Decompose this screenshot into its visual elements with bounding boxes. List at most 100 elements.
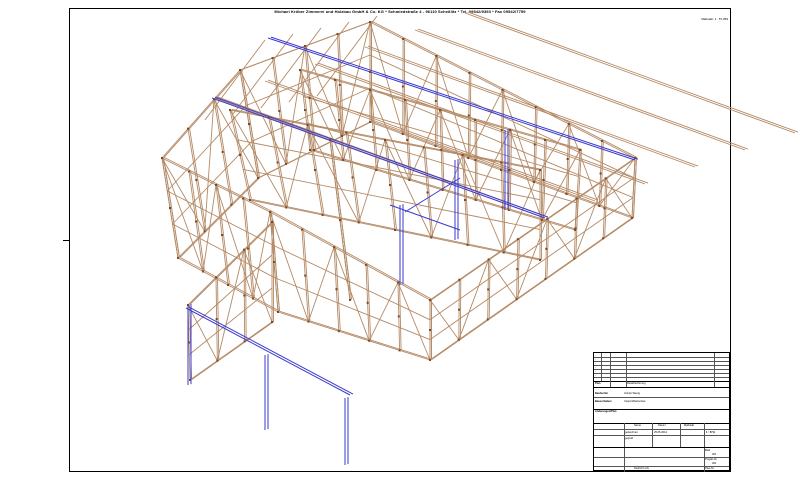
joint-marker [402,38,405,40]
rev-row: - [595,358,596,361]
joint-marker [243,248,245,251]
project-label: Bauvorhaben [595,400,612,403]
joint-marker [507,209,510,211]
roof-purlin [464,12,796,134]
joint-marker [161,157,163,159]
joint-marker [508,169,511,171]
joint-marker [333,246,335,249]
software-footer: Dietrich's AG [634,467,649,470]
joint-marker [397,315,400,318]
joint-marker [540,219,543,221]
plan-label: Plan [595,382,601,385]
front-left-wall-brace [252,211,271,299]
joint-marker [267,116,270,119]
joint-marker [602,237,605,240]
rev-row: - [595,354,596,357]
inner-wall-a-brace [285,124,308,208]
joint-marker [177,257,179,259]
builder-value: Günter Wenig [624,392,640,395]
joint-marker [329,139,331,141]
joint-marker [230,203,233,206]
joint-marker [301,228,303,231]
joint-marker [422,146,425,149]
joint-marker [351,176,354,179]
back-right-wall-stud [436,55,439,146]
joint-marker [429,359,431,361]
joint-marker [430,236,433,239]
joint-marker [314,169,316,171]
joint-marker [631,217,633,219]
joint-marker [401,85,404,88]
joint-marker [434,145,437,147]
sheet-label: Blatt [705,449,711,452]
inner-wall-b-stud [336,79,346,160]
joint-marker [542,179,545,181]
joint-marker [243,294,246,297]
rev-label: Änderungen/Plan [595,410,617,413]
joint-marker [229,109,231,111]
joint-marker [202,270,204,273]
project-value: Carport/Nebenbau [624,400,646,403]
joint-marker [335,288,338,291]
joint-marker [321,214,324,216]
joint-marker [365,263,367,266]
steel-beam [267,37,636,161]
joint-marker [239,69,241,71]
joint-marker [464,199,466,201]
joint-marker [439,109,441,111]
joint-marker [440,149,443,151]
joint-marker [458,278,461,281]
left-wall-stud [163,157,180,258]
front-right-wall-sill [279,310,433,360]
joint-marker [257,177,259,179]
joint-marker [434,100,437,102]
joint-marker [215,184,217,186]
rev-row: - [595,370,596,373]
joint-marker [216,359,219,362]
joint-marker [502,251,505,254]
project-nr-label: Projekt-Nr. [705,458,718,461]
roof-rafter [204,39,266,121]
joint-marker [368,339,371,342]
rev-row: - [595,374,596,377]
joint-marker [357,221,360,224]
joint-marker [242,197,244,200]
joint-marker [603,207,606,210]
joint-marker [467,157,470,159]
joint-marker [468,72,471,74]
joint-marker [575,197,578,200]
drawn-label: gezeichnet [625,431,638,434]
joint-marker [252,297,254,300]
joint-marker [195,179,198,181]
front-right-wall-brace [333,247,370,341]
joint-marker [304,109,306,111]
left-wall-top-plate [161,69,241,159]
joint-marker [313,149,315,151]
joint-marker [474,199,477,201]
joint-marker [372,129,375,131]
joint-marker [336,33,339,35]
joint-marker [566,158,569,160]
joint-marker [599,172,602,175]
joint-marker [467,114,470,117]
joint-marker [247,247,249,250]
joint-marker [516,238,519,241]
joint-marker [461,154,464,156]
joint-marker [429,329,431,331]
joint-marker [189,379,191,381]
joint-marker [406,139,409,141]
detached-wall-brace [243,249,273,323]
date-label: Datum [658,424,666,427]
timber-members [161,11,799,381]
front-right-wall-brace [397,282,431,361]
joint-marker [369,71,371,73]
right-wall-brace [516,218,548,300]
front-right-wall-sill [277,311,431,361]
joint-marker [539,259,541,261]
joint-marker [339,219,341,221]
joint-marker [285,206,288,209]
joint-marker [546,217,549,220]
joint-marker [349,299,351,301]
joint-marker [598,205,601,207]
checked-label: geprüft [625,437,634,440]
